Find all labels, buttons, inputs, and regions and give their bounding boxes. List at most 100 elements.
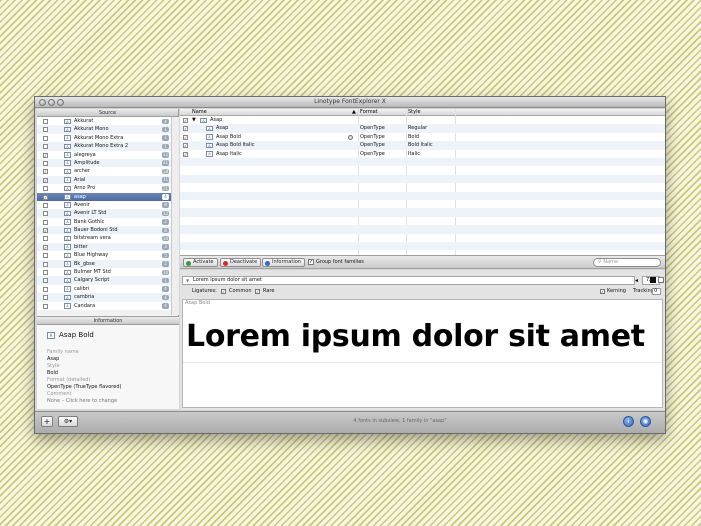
font-count-badge: 8 (162, 202, 169, 208)
font-family-item[interactable]: ✓ Aasap 4 (37, 192, 179, 201)
activation-checkbox[interactable] (43, 186, 48, 192)
font-family-icon: A (64, 219, 71, 225)
font-family-icon: A (64, 177, 71, 183)
font-family-item[interactable]: A Bank Gothic 2 (37, 217, 179, 227)
font-checkbox[interactable]: ✓ (183, 134, 188, 140)
activation-checkbox[interactable] (43, 253, 48, 259)
dropdown-arrow-icon[interactable]: ▼ (186, 277, 189, 284)
font-family-item[interactable]: ✓ A Bauer Bodoni Std 8 (37, 226, 179, 235)
sample-text-input[interactable]: ▼ Lorem ipsum dolor sit amet (182, 276, 635, 285)
activation-checkbox[interactable] (43, 278, 48, 284)
font-family-item[interactable]: ✓ A Arial 11 (37, 175, 179, 185)
font-checkbox[interactable]: ✓ (183, 126, 188, 132)
gear-menu-button[interactable]: ⚙▾ (58, 416, 78, 427)
information-header: Information (37, 316, 179, 325)
search-placeholder: Name (603, 259, 619, 265)
format-value: OpenType (TrueType flavored) (47, 384, 122, 390)
activation-checkbox[interactable] (43, 261, 48, 267)
activation-checkbox[interactable]: ✓ (43, 194, 48, 200)
information-button[interactable]: Information (262, 258, 305, 267)
font-family-item[interactable]: A Amplitude 21 (37, 158, 179, 168)
font-row[interactable]: ✓ A Asap Bold OpenType Bold (180, 133, 665, 141)
font-family-item[interactable]: A Akkurat Mono Extra 1 (37, 133, 179, 143)
font-count-badge: 4 (162, 194, 169, 200)
font-style: Regular (408, 125, 428, 132)
family-name-value: Asap (47, 356, 60, 362)
size-stepper-icon[interactable]: ◂ (635, 277, 638, 284)
activation-checkbox[interactable] (43, 236, 48, 242)
activation-checkbox[interactable]: ✓ (43, 228, 48, 234)
font-family-label: alegreya (74, 151, 96, 158)
add-button[interactable]: + (41, 416, 53, 427)
search-field[interactable]: ⚲ Name (593, 258, 661, 267)
empty-row (180, 158, 665, 167)
font-family-item[interactable]: A Arno Pro 21 (37, 184, 179, 193)
font-file-icon: A (206, 125, 213, 132)
font-family-item[interactable]: A Calgary Script 1 (37, 276, 179, 285)
font-family-icon: A (64, 143, 71, 150)
sidebar-header: Source (37, 109, 178, 117)
information-label: Information (272, 259, 301, 265)
info-icon[interactable]: i (623, 416, 634, 427)
group-families-checkbox[interactable]: ✓ (308, 259, 314, 265)
font-count-badge: 21 (162, 160, 169, 166)
font-family-item[interactable]: A Candara 4 (37, 301, 179, 310)
foreground-color-swatch[interactable] (650, 277, 656, 283)
font-family-item[interactable]: A Bk_gbse 2 (37, 259, 179, 269)
column-header-name[interactable]: Name (192, 109, 207, 116)
sidebar-scrollbar[interactable] (171, 117, 179, 315)
font-family-item[interactable]: A Blue Highway 5 (37, 251, 179, 260)
font-family-item[interactable]: A Akkurat Mono 1 (37, 125, 179, 134)
activation-checkbox[interactable] (43, 202, 48, 208)
tracking-field[interactable]: 0 (652, 288, 661, 295)
font-family-label: Avenir (74, 201, 90, 208)
background-color-swatch[interactable] (658, 277, 664, 283)
activation-checkbox[interactable] (43, 286, 48, 292)
font-family-item[interactable]: ✓ Aalegreya 12 (37, 150, 179, 159)
deactivate-button[interactable]: Deactivate (220, 258, 262, 267)
font-family-item[interactable]: A Avenir 8 (37, 200, 179, 210)
rare-ligatures-checkbox[interactable]: ✓ (255, 289, 260, 294)
font-family-item[interactable]: Acalibri 4 (37, 284, 179, 294)
activation-checkbox[interactable] (43, 144, 48, 150)
common-ligatures-checkbox[interactable]: ✓ (221, 289, 226, 294)
column-header-style[interactable]: Style (408, 109, 421, 116)
activation-checkbox[interactable] (43, 295, 48, 301)
disclosure-triangle-icon[interactable]: ▼ (192, 116, 196, 124)
activation-checkbox[interactable]: ✓ (43, 177, 48, 183)
activation-checkbox[interactable]: ✓ (43, 152, 48, 158)
activation-checkbox[interactable] (43, 270, 48, 276)
font-family-item[interactable]: A Akkurat Mono Extra 2 1 (37, 142, 179, 151)
comment-value[interactable]: None – Click here to change (47, 398, 117, 404)
font-family-item[interactable]: Acambria 4 (37, 293, 179, 302)
font-row[interactable]: ✓ A Asap Italic OpenType Italic (180, 150, 665, 158)
activation-checkbox[interactable] (43, 160, 48, 166)
activation-checkbox[interactable] (43, 135, 48, 141)
font-family-item[interactable]: ✓ Abitter 3 (37, 242, 179, 252)
preview-toggle-icon[interactable]: ◉ (640, 416, 651, 427)
font-family-icon: A (64, 227, 71, 234)
font-family-item[interactable]: A Akkurat 4 (37, 117, 179, 126)
font-count-badge: 21 (162, 185, 169, 192)
font-family-item[interactable]: ✓ Aarcher 18 (37, 167, 179, 176)
font-family-item[interactable]: Abitstream vera 10 (37, 234, 179, 243)
font-row[interactable]: ✓ A Asap Bold Italic OpenType Bold Italic (180, 141, 665, 150)
family-row[interactable]: ✓ ▼ A Asap (180, 116, 665, 124)
family-checkbox[interactable]: ✓ (183, 118, 188, 123)
activation-checkbox[interactable]: ✓ (43, 169, 48, 175)
activate-button[interactable]: Activate (183, 258, 218, 267)
activation-checkbox[interactable] (43, 119, 48, 124)
kerning-checkbox[interactable]: ✓ (600, 289, 605, 294)
font-checkbox[interactable]: ✓ (183, 151, 188, 157)
font-family-item[interactable]: A Avenir LT Std 12 (37, 209, 179, 218)
font-row[interactable]: ✓ A Asap OpenType Regular (180, 124, 665, 133)
activation-checkbox[interactable] (43, 127, 48, 133)
column-header-format[interactable]: Format (360, 109, 378, 116)
font-family-label: Akkurat Mono Extra (74, 134, 124, 141)
activation-checkbox[interactable]: ✓ (43, 244, 48, 250)
activation-checkbox[interactable] (43, 303, 48, 309)
font-checkbox[interactable]: ✓ (183, 143, 188, 149)
font-family-item[interactable]: A Bulmer MT Std 10 (37, 268, 179, 277)
activation-checkbox[interactable] (43, 219, 48, 225)
activation-checkbox[interactable] (43, 211, 48, 217)
